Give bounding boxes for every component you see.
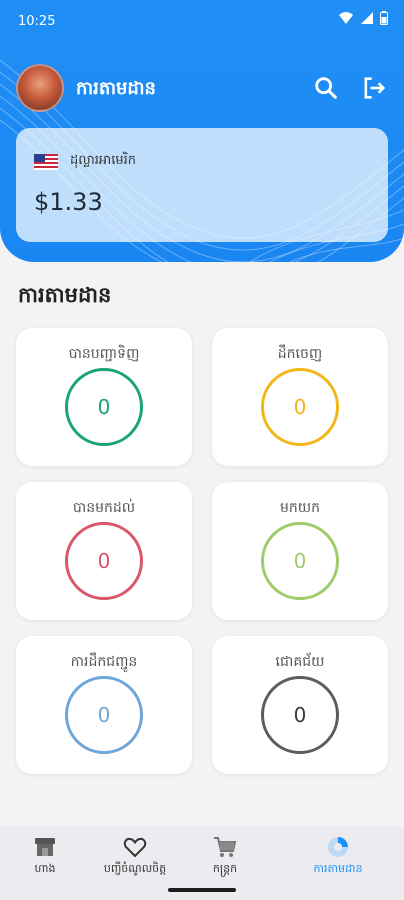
card-count: 0: [293, 549, 307, 573]
count-ring: 0: [261, 522, 339, 600]
count-ring: 0: [65, 676, 143, 754]
nav-item-tracking[interactable]: ការតាមដាន: [288, 834, 388, 878]
status-icons: [338, 11, 388, 25]
us-flag-icon: [34, 154, 58, 170]
nav-item-store[interactable]: ហាង: [0, 834, 95, 878]
card-count: 0: [293, 703, 307, 727]
nav-item-favorites[interactable]: បញ្ជីចំណូលចិត្ត: [85, 834, 185, 878]
status-time: 10:25: [18, 14, 56, 29]
nav-label-cart: កន្ត្រក: [212, 862, 238, 875]
count-ring: 0: [65, 522, 143, 600]
cart-icon: [214, 837, 237, 857]
nav-label-tracking: ការតាមដាន: [313, 862, 363, 875]
card-label: បានមកដល់: [72, 500, 136, 516]
status-card-ordered[interactable]: បានបញ្ជាទិញ 0: [16, 328, 192, 466]
balance-card[interactable]: ដុល្លារអាមេរិក $1.33: [16, 128, 388, 242]
nav-label-store: ហាង: [34, 862, 56, 875]
status-card-shipped[interactable]: ដឹកចេញ 0: [212, 328, 388, 466]
header-title: ការតាមដាន: [76, 78, 156, 99]
card-label: ដឹកចេញ: [277, 346, 323, 362]
logout-icon[interactable]: [360, 74, 388, 102]
card-count: 0: [293, 395, 307, 419]
count-ring: 0: [261, 368, 339, 446]
section-title: ការតាមដាន: [18, 283, 112, 307]
header-top-row: ការតាមដាន: [16, 64, 388, 112]
count-ring: 0: [65, 368, 143, 446]
count-ring: 0: [261, 676, 339, 754]
card-count: 0: [97, 549, 111, 573]
tracking-icon: [328, 837, 348, 857]
card-label: ការដឹកជញ្ជូន: [70, 654, 138, 670]
battery-icon: [380, 11, 388, 25]
home-indicator[interactable]: [168, 888, 236, 892]
currency-name: ដុល្លារអាមេរិក: [70, 153, 137, 168]
nav-item-cart[interactable]: កន្ត្រក: [175, 834, 275, 878]
heart-icon: [123, 837, 147, 858]
card-count: 0: [97, 395, 111, 419]
balance-amount: $1.33: [34, 188, 103, 216]
card-label: បានបញ្ជាទិញ: [68, 346, 140, 362]
card-count: 0: [97, 703, 111, 727]
avatar[interactable]: [16, 64, 64, 112]
status-card-pickup[interactable]: មកយក 0: [212, 482, 388, 620]
status-card-arrived[interactable]: បានមកដល់ 0: [16, 482, 192, 620]
status-bar: 10:25: [0, 0, 404, 44]
card-label: មកយក: [280, 500, 320, 516]
status-card-success[interactable]: ជោគជ័យ 0: [212, 636, 388, 774]
signal-icon: [361, 12, 373, 24]
wifi-icon: [339, 12, 353, 24]
store-icon: [35, 838, 55, 856]
search-icon[interactable]: [312, 74, 340, 102]
nav-label-favorites: បញ្ជីចំណូលចិត្ត: [103, 862, 167, 875]
card-label: ជោគជ័យ: [275, 654, 325, 670]
status-card-delivery[interactable]: ការដឹកជញ្ជូន 0: [16, 636, 192, 774]
